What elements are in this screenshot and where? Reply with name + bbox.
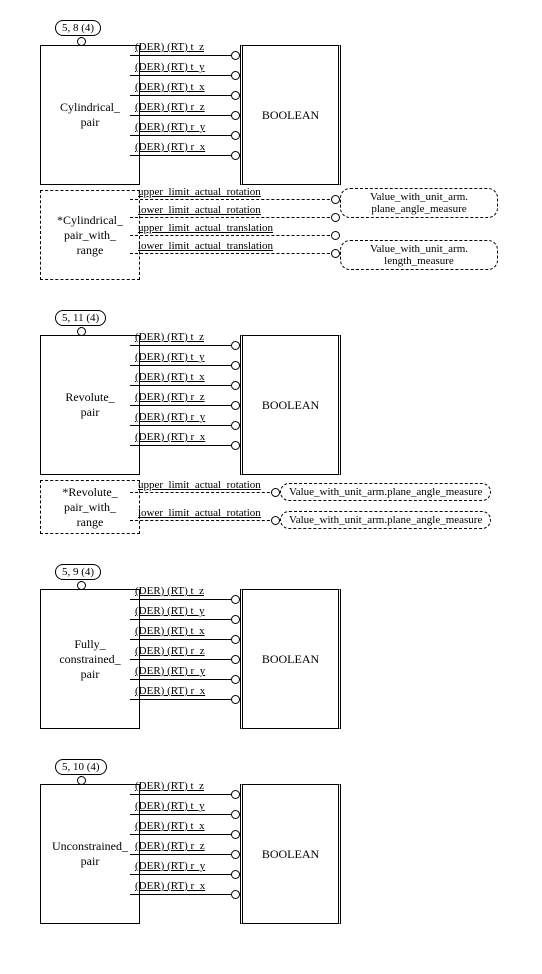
entity-box: Revolute_ pair xyxy=(40,335,140,475)
type-box: BOOLEAN xyxy=(240,335,341,475)
type-box: BOOLEAN xyxy=(240,589,341,729)
entity-box: Unconstrained_ pair xyxy=(40,784,140,924)
type-box: BOOLEAN xyxy=(240,45,341,185)
range-entity: *Revolute_ pair_with_ range xyxy=(40,480,140,534)
entity-box: Cylindrical_ pair xyxy=(40,45,140,185)
range-entity: *Cylindrical_ pair_with_ range xyxy=(40,190,140,280)
type-box: BOOLEAN xyxy=(240,784,341,924)
entity-box: Fully_ constrained_ pair xyxy=(40,589,140,729)
